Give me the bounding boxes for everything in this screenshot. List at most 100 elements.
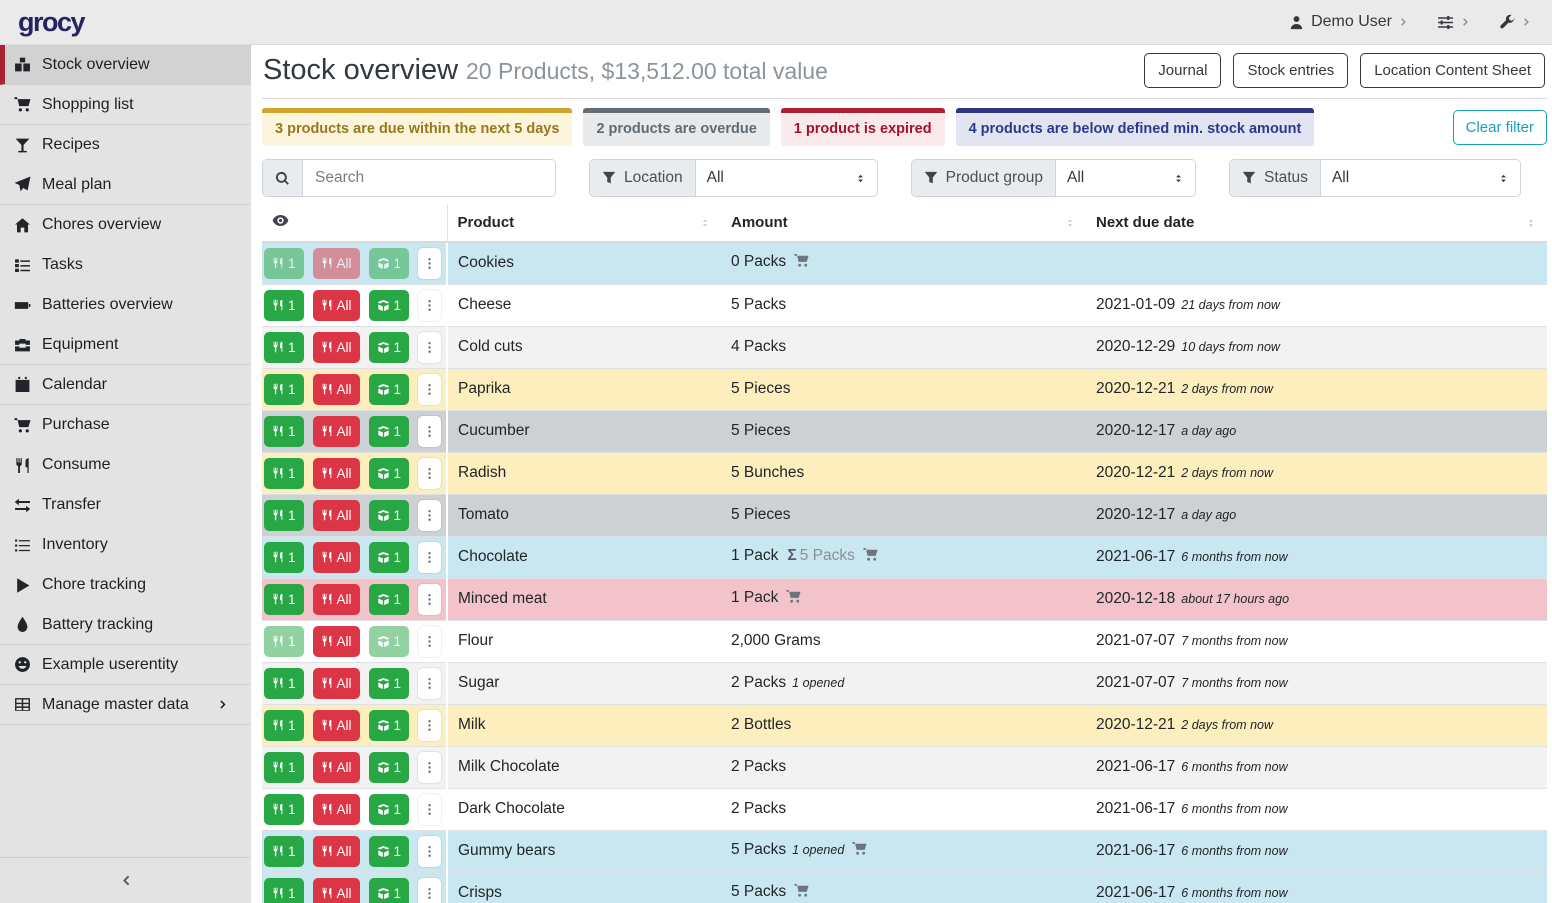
sort-icon[interactable] <box>1064 217 1076 229</box>
clear-filter-button[interactable]: Clear filter <box>1453 110 1547 145</box>
admin-menu[interactable] <box>1499 14 1532 30</box>
row-more-menu-button[interactable] <box>418 752 441 783</box>
journal-button[interactable]: Journal <box>1144 53 1221 88</box>
consume-all-button[interactable]: All <box>313 668 360 699</box>
consume-all-button[interactable]: All <box>313 878 360 903</box>
open-one-button[interactable]: 1 <box>369 458 410 489</box>
consume-one-button[interactable]: 1 <box>264 668 304 699</box>
sidebar-item-manage-master-data[interactable]: Manage master data <box>0 685 251 725</box>
sidebar-item-consume[interactable]: Consume <box>0 445 251 485</box>
sort-icon[interactable] <box>699 217 711 229</box>
open-one-button[interactable]: 1 <box>369 626 410 657</box>
sidebar-item-shopping-list[interactable]: Shopping list <box>0 85 251 125</box>
open-one-button[interactable]: 1 <box>369 542 410 573</box>
sidebar-item-chores-overview[interactable]: Chores overview <box>0 205 251 245</box>
column-visibility-eye-icon[interactable] <box>272 212 289 229</box>
row-more-menu-button[interactable] <box>418 710 441 741</box>
consume-all-button[interactable]: All <box>313 248 360 279</box>
consume-all-button[interactable]: All <box>313 626 360 657</box>
consume-all-button[interactable]: All <box>313 542 360 573</box>
consume-one-button[interactable]: 1 <box>264 794 304 825</box>
sidebar-item-meal-plan[interactable]: Meal plan <box>0 165 251 205</box>
sidebar-item-chore-tracking[interactable]: Chore tracking <box>0 565 251 605</box>
consume-one-button[interactable]: 1 <box>264 332 304 363</box>
consume-all-button[interactable]: All <box>313 416 360 447</box>
row-more-menu-button[interactable] <box>418 248 441 279</box>
open-one-button[interactable]: 1 <box>369 374 410 405</box>
open-one-button[interactable]: 1 <box>369 584 410 615</box>
sort-icon[interactable] <box>1525 217 1537 229</box>
open-one-button[interactable]: 1 <box>369 794 410 825</box>
consume-one-button[interactable]: 1 <box>264 290 304 321</box>
consume-one-button[interactable]: 1 <box>264 878 304 903</box>
sidebar-item-batteries-overview[interactable]: Batteries overview <box>0 285 251 325</box>
status-select[interactable]: All <box>1321 160 1520 196</box>
sidebar-item-equipment[interactable]: Equipment <box>0 325 251 365</box>
open-one-button[interactable]: 1 <box>369 668 410 699</box>
open-one-button[interactable]: 1 <box>369 710 410 741</box>
sidebar-item-tasks[interactable]: Tasks <box>0 245 251 285</box>
open-one-button[interactable]: 1 <box>369 500 410 531</box>
row-more-menu-button[interactable] <box>418 668 441 699</box>
row-more-menu-button[interactable] <box>418 836 441 867</box>
row-more-menu-button[interactable] <box>418 416 441 447</box>
row-more-menu-button[interactable] <box>418 500 441 531</box>
row-more-menu-button[interactable] <box>418 290 441 321</box>
consume-one-button[interactable]: 1 <box>264 710 304 741</box>
consume-all-button[interactable]: All <box>313 584 360 615</box>
row-more-menu-button[interactable] <box>418 626 441 657</box>
consume-one-button[interactable]: 1 <box>264 374 304 405</box>
sidebar-item-calendar[interactable]: Calendar <box>0 365 251 405</box>
consume-all-button[interactable]: All <box>313 710 360 741</box>
product-group-select[interactable]: All <box>1056 160 1195 196</box>
consume-one-button[interactable]: 1 <box>264 500 304 531</box>
row-more-menu-button[interactable] <box>418 458 441 489</box>
consume-all-button[interactable]: All <box>313 752 360 783</box>
consume-one-button[interactable]: 1 <box>264 626 304 657</box>
banner-due[interactable]: 3 products are due within the next 5 day… <box>262 108 572 146</box>
sidebar-item-inventory[interactable]: Inventory <box>0 525 251 565</box>
row-more-menu-button[interactable] <box>418 374 441 405</box>
open-one-button[interactable]: 1 <box>369 332 410 363</box>
consume-all-button[interactable]: All <box>313 836 360 867</box>
consume-all-button[interactable]: All <box>313 794 360 825</box>
sidebar-item-recipes[interactable]: Recipes <box>0 125 251 165</box>
settings-menu[interactable] <box>1437 14 1471 31</box>
user-menu[interactable]: Demo User <box>1289 13 1409 31</box>
row-more-menu-button[interactable] <box>418 542 441 573</box>
location-content-sheet-button[interactable]: Location Content Sheet <box>1360 53 1545 88</box>
open-one-button[interactable]: 1 <box>369 290 410 321</box>
consume-one-button[interactable]: 1 <box>264 584 304 615</box>
sidebar-collapse-button[interactable] <box>0 857 251 903</box>
search-input[interactable] <box>303 160 555 196</box>
consume-one-button[interactable]: 1 <box>264 248 304 279</box>
consume-all-button[interactable]: All <box>313 458 360 489</box>
banner-overdue[interactable]: 2 products are overdue <box>583 108 769 146</box>
stock-entries-button[interactable]: Stock entries <box>1233 53 1348 88</box>
sidebar-item-stock-overview[interactable]: Stock overview <box>0 45 251 85</box>
sidebar-item-transfer[interactable]: Transfer <box>0 485 251 525</box>
banner-expired[interactable]: 1 product is expired <box>781 108 945 146</box>
column-header-amount[interactable]: Amount <box>721 205 1086 242</box>
row-more-menu-button[interactable] <box>418 332 441 363</box>
consume-all-button[interactable]: All <box>313 332 360 363</box>
open-one-button[interactable]: 1 <box>369 878 410 903</box>
row-more-menu-button[interactable] <box>418 584 441 615</box>
consume-one-button[interactable]: 1 <box>264 458 304 489</box>
consume-one-button[interactable]: 1 <box>264 542 304 573</box>
column-header-product[interactable]: Product <box>447 205 721 242</box>
banner-below-min[interactable]: 4 products are below defined min. stock … <box>956 108 1315 146</box>
location-select[interactable]: All <box>696 160 877 196</box>
row-more-menu-button[interactable] <box>418 794 441 825</box>
column-header-next-due-date[interactable]: Next due date <box>1086 205 1547 242</box>
sidebar-item-battery-tracking[interactable]: Battery tracking <box>0 605 251 645</box>
open-one-button[interactable]: 1 <box>369 752 410 783</box>
open-one-button[interactable]: 1 <box>369 416 410 447</box>
consume-one-button[interactable]: 1 <box>264 416 304 447</box>
sidebar-item-purchase[interactable]: Purchase <box>0 405 251 445</box>
consume-one-button[interactable]: 1 <box>264 752 304 783</box>
open-one-button[interactable]: 1 <box>369 248 410 279</box>
consume-all-button[interactable]: All <box>313 290 360 321</box>
consume-all-button[interactable]: All <box>313 500 360 531</box>
open-one-button[interactable]: 1 <box>369 836 410 867</box>
